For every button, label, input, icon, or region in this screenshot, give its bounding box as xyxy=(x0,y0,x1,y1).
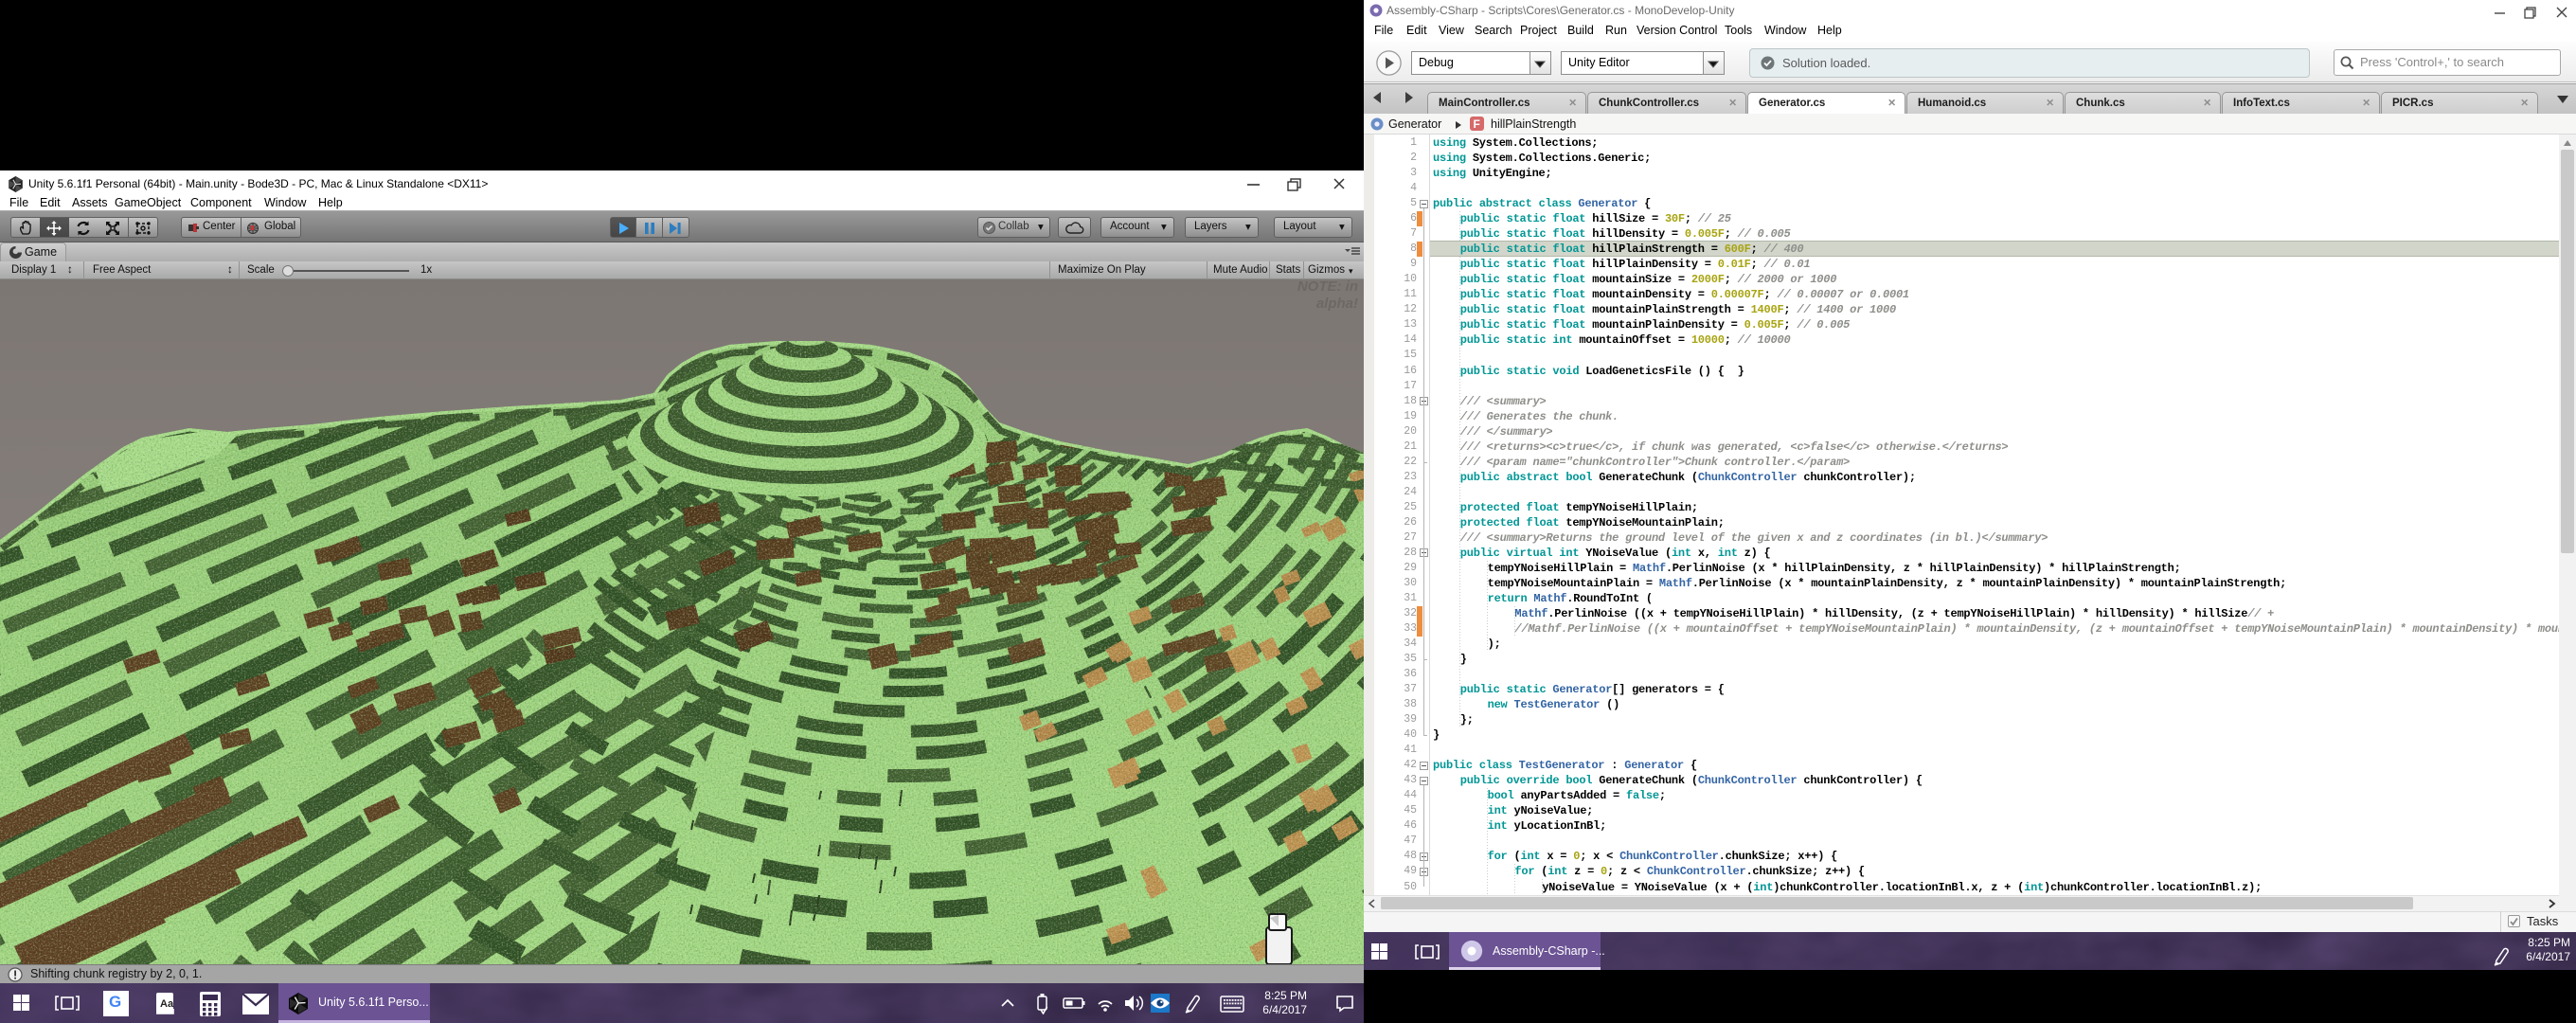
svg-text:Aa: Aa xyxy=(160,998,174,1010)
svg-text:NOTE: in: NOTE: in xyxy=(1297,279,1358,295)
svg-text:alpha!: alpha! xyxy=(1316,296,1358,312)
